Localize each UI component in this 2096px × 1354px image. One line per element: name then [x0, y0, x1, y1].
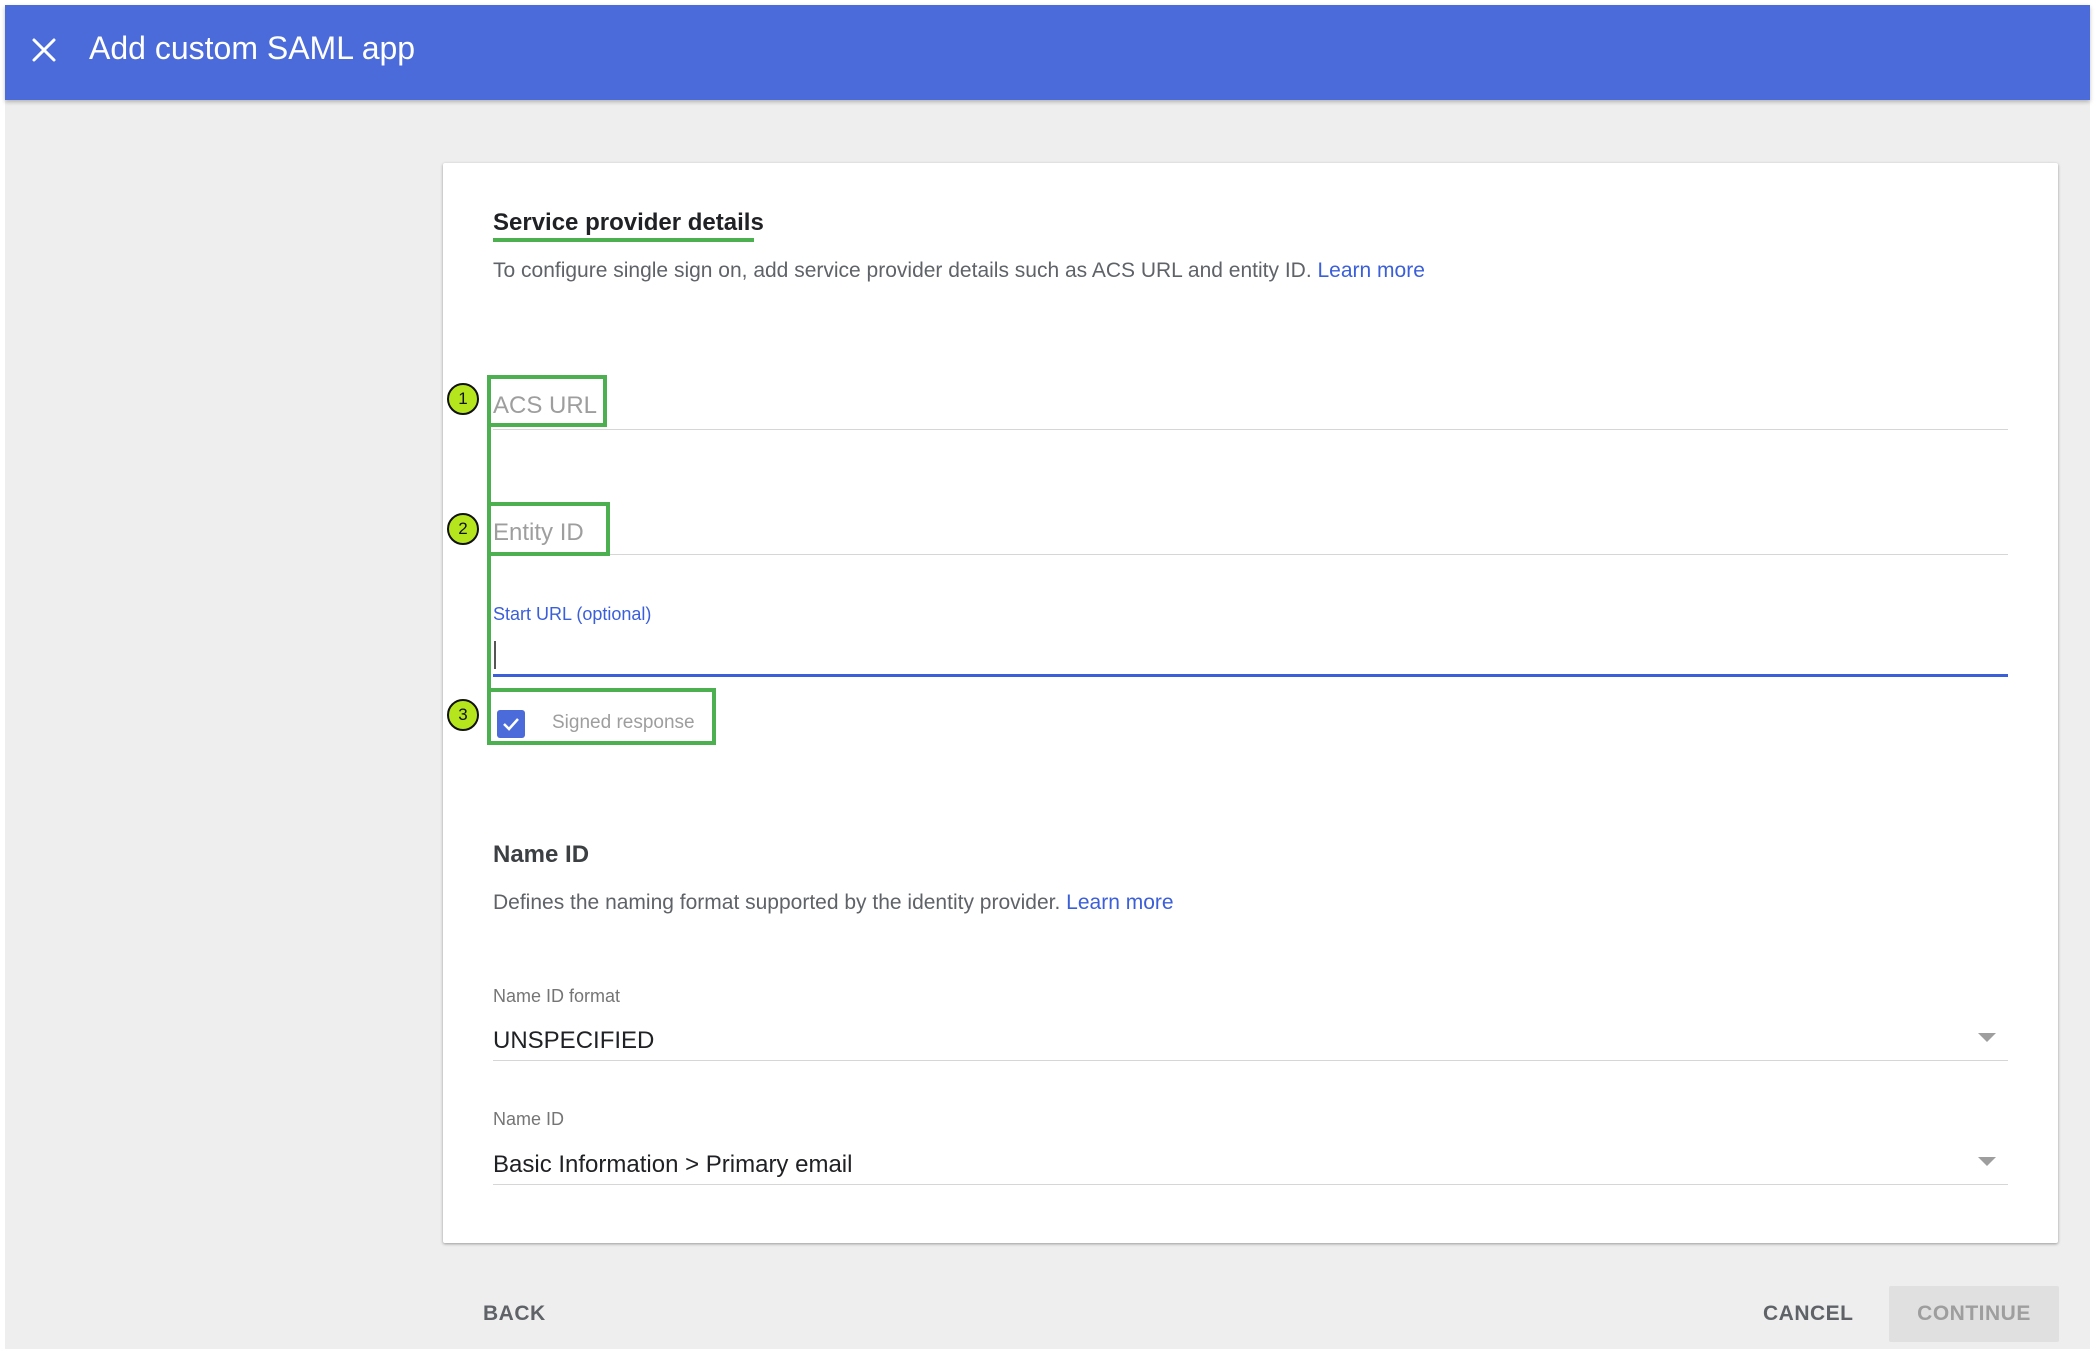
name-id-description-text: Defines the naming format supported by t…	[493, 891, 1061, 914]
service-provider-description: To configure single sign on, add service…	[493, 259, 1425, 283]
annotation-badge-2: 2	[447, 513, 479, 545]
app-frame: Add custom SAML app Service provider det…	[5, 5, 2090, 1349]
close-icon	[32, 38, 56, 62]
name-id-format-value: UNSPECIFIED	[493, 1027, 655, 1054]
name-id-section-title: Name ID	[493, 841, 590, 868]
name-id-label: Name ID	[493, 1109, 565, 1129]
cancel-button[interactable]: CANCEL	[1741, 1286, 1876, 1342]
text-caret	[494, 641, 496, 669]
description-text: To configure single sign on, add service…	[493, 259, 1312, 282]
name-id-underline	[493, 1184, 2008, 1185]
annotation-box-acs-url	[487, 375, 607, 427]
name-id-description: Defines the naming format supported by t…	[493, 891, 1174, 915]
section-title: Service provider details	[493, 209, 764, 236]
name-id-learn-more-link[interactable]: Learn more	[1066, 891, 1173, 914]
start-url-label: Start URL (optional)	[493, 604, 652, 624]
annotation-badge-3: 3	[447, 699, 479, 731]
name-id-value: Basic Information > Primary email	[493, 1151, 853, 1178]
annotation-connector	[487, 425, 491, 690]
learn-more-link[interactable]: Learn more	[1318, 259, 1425, 282]
annotation-box-signed-response	[487, 688, 716, 745]
entity-id-underline	[493, 554, 2008, 555]
chevron-down-icon[interactable]	[1978, 1033, 1996, 1042]
start-url-input[interactable]	[493, 633, 2008, 673]
top-app-bar: Add custom SAML app	[5, 5, 2090, 100]
acs-url-underline	[493, 429, 2008, 430]
continue-button[interactable]: CONTINUE	[1889, 1286, 2059, 1342]
start-url-underline	[493, 674, 2008, 677]
section-title-highlight	[493, 238, 754, 242]
name-id-format-underline	[493, 1060, 2008, 1061]
close-button[interactable]	[21, 27, 67, 73]
chevron-down-icon[interactable]	[1978, 1157, 1996, 1166]
annotation-badge-1: 1	[447, 383, 479, 415]
name-id-format-label: Name ID format	[493, 986, 621, 1006]
page-title: Add custom SAML app	[89, 30, 416, 66]
annotation-box-entity-id	[487, 502, 610, 556]
back-button[interactable]: BACK	[461, 1286, 568, 1342]
